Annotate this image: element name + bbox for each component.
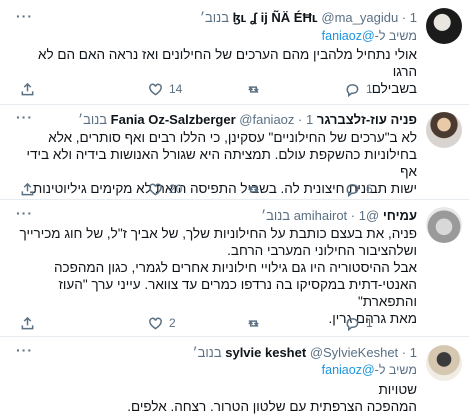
reply-button[interactable]: 6 [345,180,373,198]
tweet[interactable]: עמיחי @amihairot · 1 בנוב׳ ··· פניה, את … [0,200,469,336]
author-name[interactable]: עמיחי [383,208,417,223]
share-button[interactable] [20,314,35,332]
like-count: 20 [169,182,183,196]
heart-icon [149,183,162,196]
reply-prefix: משיב ל- [374,363,417,377]
like-button[interactable]: 14 [148,80,182,98]
retweet-button[interactable] [246,80,267,98]
like-button[interactable]: 20 [148,180,182,198]
tweet[interactable]: פניה עוז-זלצברגר Fania Oz-Salzberger @fa… [0,105,469,199]
reply-count: 1 [366,82,373,96]
heart-icon [149,83,162,96]
tweet-text: שטויות המהפכה הצרפתית עם שלטון הטרור. רצ… [127,382,417,414]
reply-icon [346,83,359,97]
reply-button[interactable]: 1 [345,80,373,98]
reply-icon [346,317,359,331]
like-button[interactable]: 2 [148,314,176,332]
author-name[interactable]: sylvie keshet [225,345,306,360]
like-count: 14 [169,82,183,96]
tweet-text: פניה, את בעצם כותבת על החילוניות שלך, של… [19,226,417,326]
reply-context: משיב ל-@faniaoz [30,28,417,45]
author-name[interactable]: ɮʟ ʆ ĳ ÑÄ ÉĦʟ [233,10,318,25]
reply-prefix: משיב ל- [374,29,417,43]
retweet-button[interactable] [246,314,267,332]
reply-icon [346,183,359,197]
separator: · [298,112,303,127]
separator: · [401,10,407,25]
author-handle[interactable]: @ma_yagidu [321,10,398,25]
more-dots-icon[interactable]: ··· [16,8,33,24]
author-handle[interactable]: @amihairot [294,208,380,223]
tweet-header: עמיחי @amihairot · 1 בנוב׳ [30,207,417,225]
tweet-header: פניה עוז-זלצברגר Fania Oz-Salzberger @fa… [30,111,417,129]
retweet-icon [248,319,259,327]
avatar[interactable] [426,345,462,381]
separator: · [401,345,407,360]
reply-context: משיב ל-@faniaoz [30,362,417,379]
tweet-feed: ɮʟ ʆ ĳ ÑÄ ÉĦʟ @ma_yagidu · 1 בנוב׳ ··· מ… [0,0,469,418]
separator: · [350,208,356,223]
share-button[interactable] [20,80,35,98]
share-icon [21,182,34,195]
tweet-header: ɮʟ ʆ ĳ ÑÄ ÉĦʟ @ma_yagidu · 1 בנוב׳ [30,9,417,27]
more-dots-icon[interactable]: ··· [16,109,33,125]
avatar[interactable] [426,207,462,243]
retweet-icon [248,185,259,193]
more-dots-icon[interactable]: ··· [16,342,33,358]
avatar[interactable] [426,8,462,44]
heart-icon [149,317,162,330]
tweet-header: sylvie keshet @SylvieKeshet · 1 בנוב׳ [30,344,417,362]
reply-mention-link[interactable]: @faniaoz [322,363,375,377]
author-handle[interactable]: @SylvieKeshet [310,345,398,360]
tweet[interactable]: sylvie keshet @SylvieKeshet · 1 בנוב׳ ··… [0,337,469,418]
tweet-actions: 20 6 [20,180,417,198]
share-icon [21,316,34,329]
like-count: 2 [169,316,176,330]
share-icon [21,82,34,95]
share-button[interactable] [20,180,35,198]
more-dots-icon[interactable]: ··· [16,205,33,221]
tweet-actions: 14 1 [20,80,417,98]
reply-button[interactable]: 1 [345,314,373,332]
tweet-actions: 2 1 [20,314,417,332]
reply-mention-link[interactable]: @faniaoz [322,29,375,43]
retweet-icon [248,85,259,93]
avatar[interactable] [426,112,462,148]
tweet[interactable]: ɮʟ ʆ ĳ ÑÄ ÉĦʟ @ma_yagidu · 1 בנוב׳ ··· מ… [0,0,469,104]
retweet-button[interactable] [246,180,267,198]
author-handle[interactable]: @faniaoz [239,112,294,127]
reply-count: 6 [366,182,373,196]
reply-count: 1 [366,316,373,330]
